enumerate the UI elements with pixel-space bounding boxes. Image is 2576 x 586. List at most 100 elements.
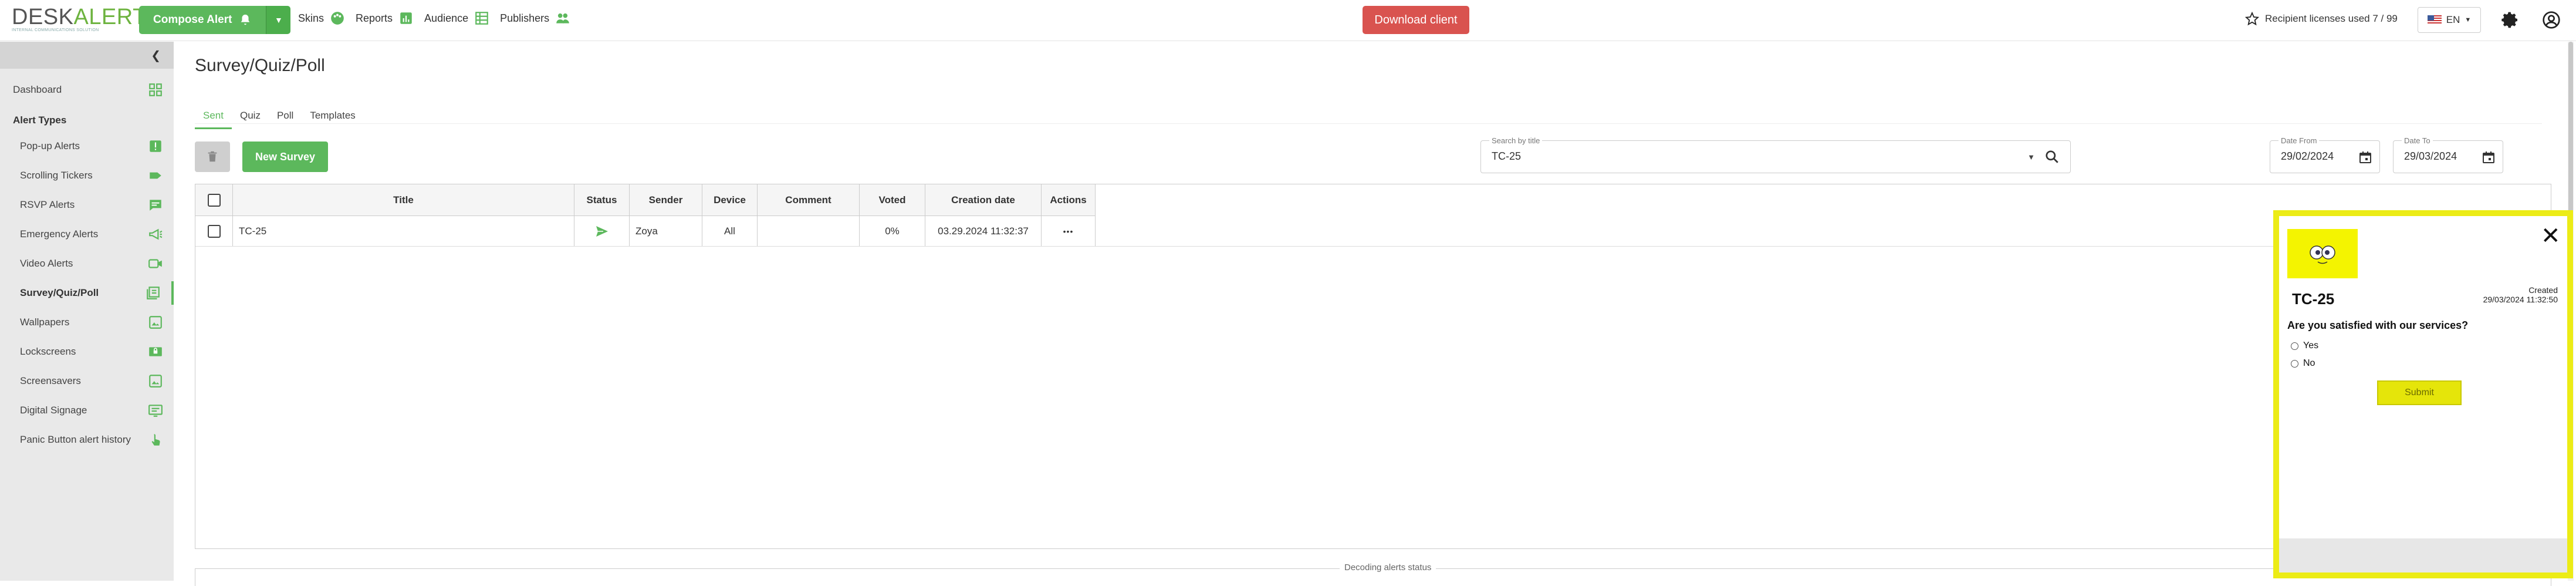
survey-icon [146,285,161,301]
sidebar-item-label: Digital Signage [20,405,87,416]
new-survey-button[interactable]: New Survey [242,142,328,172]
bell-plus-icon [241,14,250,25]
row-creation-date: 03.29.2024 11:32:37 [925,216,1042,246]
tab-sent[interactable]: Sent [195,106,232,129]
nav-publishers[interactable]: Publishers [500,11,570,26]
radio-button[interactable] [2291,359,2298,368]
sidebar-item-wallpapers[interactable]: Wallpapers [0,311,174,334]
sidebar-item-dashboard[interactable]: Dashboard [0,78,174,102]
video-icon [148,256,163,271]
sidebar-item-panic-button-history[interactable]: Panic Button alert history [0,428,174,452]
search-field: Search by title ▼ [1480,136,2071,173]
sidebar-item-screensavers[interactable]: Screensavers [0,369,174,393]
download-client-button[interactable]: Download client [1363,6,1469,34]
preview-option-no[interactable]: No [2291,358,2315,369]
sidebar-item-label: Pop-up Alerts [20,140,80,151]
compose-dropdown-button[interactable]: ▼ [266,6,291,34]
sidebar-item-popup-alerts[interactable]: Pop-up Alerts [0,134,174,158]
tab-templates[interactable]: Templates [302,106,363,129]
signage-icon [148,403,163,418]
licenses-indicator: Recipient licenses used 7 / 99 [2245,12,2398,26]
date-to-input[interactable] [2404,150,2470,163]
preview-question: Are you satisfied with our services? [2287,319,2469,331]
col-title[interactable]: Title [233,184,574,215]
row-comment [758,216,860,246]
compose-alert-label: Compose Alert [153,14,232,26]
nav-reports[interactable]: Reports [356,11,414,26]
trash-icon [208,151,217,162]
row-voted: 0% [860,216,925,246]
top-nav: Skins Reports Audience Publishers [298,11,570,26]
search-input[interactable] [1492,150,1845,163]
sidebar-item-label: Lockscreens [20,346,76,357]
calendar-icon[interactable] [2482,150,2496,164]
user-account-icon[interactable] [2542,11,2561,29]
sidebar-item-lockscreens[interactable]: Lockscreens [0,340,174,363]
col-device[interactable]: Device [702,184,758,215]
sidebar-item-digital-signage[interactable]: Digital Signage [0,399,174,422]
language-select[interactable]: EN ▼ [2418,7,2481,33]
sidebar-item-scrolling-tickers[interactable]: Scrolling Tickers [0,164,174,187]
radio-button[interactable] [2291,342,2298,350]
sidebar-item-video-alerts[interactable]: Video Alerts [0,252,174,275]
nav-reports-label: Reports [356,12,393,24]
sidebar-item-emergency-alerts[interactable]: Emergency Alerts [0,223,174,246]
sidebar-item-survey-quiz-poll[interactable]: Survey/Quiz/Poll [0,281,174,305]
tab-poll[interactable]: Poll [269,106,302,129]
date-to-field: Date To [2393,136,2503,173]
col-creation-date[interactable]: Creation date [925,184,1042,215]
col-voted[interactable]: Voted [860,184,925,215]
preview-submit-button[interactable]: Submit [2377,380,2462,405]
row-checkbox[interactable] [207,224,221,238]
search-icon[interactable] [2044,149,2060,164]
language-value: EN [2446,14,2460,25]
compose-alert-button[interactable]: Compose Alert [139,6,266,34]
row-title[interactable]: TC-25 [233,216,574,246]
nav-skins-label: Skins [298,12,324,24]
row-actions-menu[interactable]: ••• [1042,216,1096,246]
nav-publishers-label: Publishers [500,12,550,24]
licenses-text: Recipient licenses used 7 / 99 [2265,13,2398,24]
wallpaper-icon [148,315,163,330]
popup-alert-icon [148,139,163,154]
nav-audience-label: Audience [424,12,469,24]
gear-icon[interactable] [2501,11,2520,29]
chevron-down-icon[interactable]: ▼ [2027,153,2035,161]
calendar-icon[interactable] [2358,150,2372,164]
tab-quiz[interactable]: Quiz [232,106,269,129]
col-actions: Actions [1042,184,1096,215]
close-icon[interactable]: ✕ [2541,224,2561,248]
screensaver-icon [148,373,163,389]
sidebar-item-rsvp-alerts[interactable]: RSVP Alerts [0,193,174,217]
col-status[interactable]: Status [574,184,630,215]
chevron-down-icon: ▼ [275,15,283,25]
sidebar-item-label: RSVP Alerts [20,199,75,210]
col-sender[interactable]: Sender [630,184,702,215]
sidebar-collapse-button[interactable]: ❮ [0,42,174,69]
nav-skins[interactable]: Skins [298,11,345,26]
nav-audience[interactable]: Audience [424,11,489,26]
col-comment[interactable]: Comment [758,184,860,215]
row-sender: Zoya [630,216,702,246]
lockscreen-icon [148,344,163,359]
sidebar-item-label: Survey/Quiz/Poll [20,287,99,298]
delete-button[interactable] [195,142,230,172]
search-label: Search by title [1489,136,1543,145]
preview-created-label: Created [2528,285,2558,295]
mascot-face-icon [2310,245,2335,264]
star-icon [2245,12,2259,26]
row-device: All [702,216,758,246]
sidebar-item-label: Wallpapers [20,316,70,328]
people-icon [556,13,569,23]
preview-created: Created 29/03/2024 11:32:50 [2483,285,2558,304]
table-row[interactable]: TC-25 Zoya All 0% 03.29.2024 11:32:37 ••… [195,216,2551,247]
compose-alert-group: Compose Alert ▼ [139,6,291,34]
date-from-field: Date From [2270,136,2380,173]
logo[interactable]: DESKALERTS INTERNAL COMMUNICATIONS SOLUT… [12,6,161,33]
date-from-input[interactable] [2281,150,2347,163]
sidebar-item-label: Emergency Alerts [20,228,99,240]
select-all-checkbox[interactable] [207,193,221,207]
row-select-cell [195,216,233,246]
preview-logo [2287,229,2358,278]
preview-option-yes[interactable]: Yes [2291,341,2318,351]
